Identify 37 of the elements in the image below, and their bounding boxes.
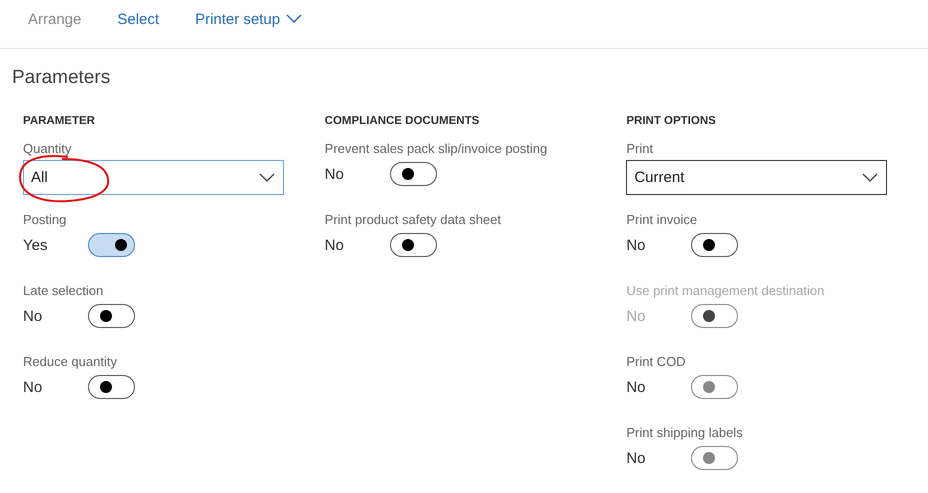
toggle-switch[interactable]: [390, 233, 437, 257]
toggle-value: No: [23, 308, 44, 324]
toggle-value: No: [626, 450, 647, 466]
toggle-value: No: [324, 236, 345, 254]
toggle-switch[interactable]: [390, 162, 437, 186]
toolbar-button[interactable]: Select: [111, 6, 166, 32]
toggle-switch[interactable]: [88, 304, 135, 328]
field-label: Late selection: [23, 283, 104, 298]
toggle-value: No: [626, 378, 647, 396]
toggle-switch[interactable]: [691, 233, 738, 257]
field-label: Print shipping labels: [626, 425, 743, 440]
dropdown-field[interactable]: Current: [626, 160, 888, 195]
field-label: Use print management destination: [626, 283, 824, 298]
field-label: Prevent sales pack slip/invoice posting: [324, 141, 548, 156]
toggle-value: No: [324, 166, 345, 182]
field-label: Reduce quantity: [23, 354, 117, 369]
section-heading: PARAMETER: [23, 115, 96, 127]
toggle-value: No: [23, 378, 44, 396]
field-label: Posting: [23, 212, 66, 227]
chevron-down-icon: [259, 172, 275, 182]
toggle-switch[interactable]: [88, 233, 135, 257]
toggle-value: Yes: [23, 236, 48, 254]
toolbar-button[interactable]: Printer setup: [189, 6, 308, 32]
field-label: Print invoice: [626, 212, 698, 227]
field-label: Print: [626, 141, 654, 156]
toggle-value: No: [626, 236, 647, 254]
field-label: Quantity: [23, 141, 72, 156]
chevron-down-icon: [862, 172, 878, 182]
section-heading: PRINT OPTIONS: [626, 115, 717, 127]
toggle-value: No: [626, 308, 647, 324]
page-title: Parameters: [11, 66, 112, 90]
dropdown-field[interactable]: All: [23, 160, 284, 195]
field-label: Print COD: [626, 354, 686, 369]
chevron-down-icon: [286, 14, 302, 24]
field-label: Print product safety data sheet: [324, 212, 501, 227]
toggle-switch[interactable]: [88, 375, 135, 399]
section-heading: COMPLIANCE DOCUMENTS: [324, 115, 480, 127]
